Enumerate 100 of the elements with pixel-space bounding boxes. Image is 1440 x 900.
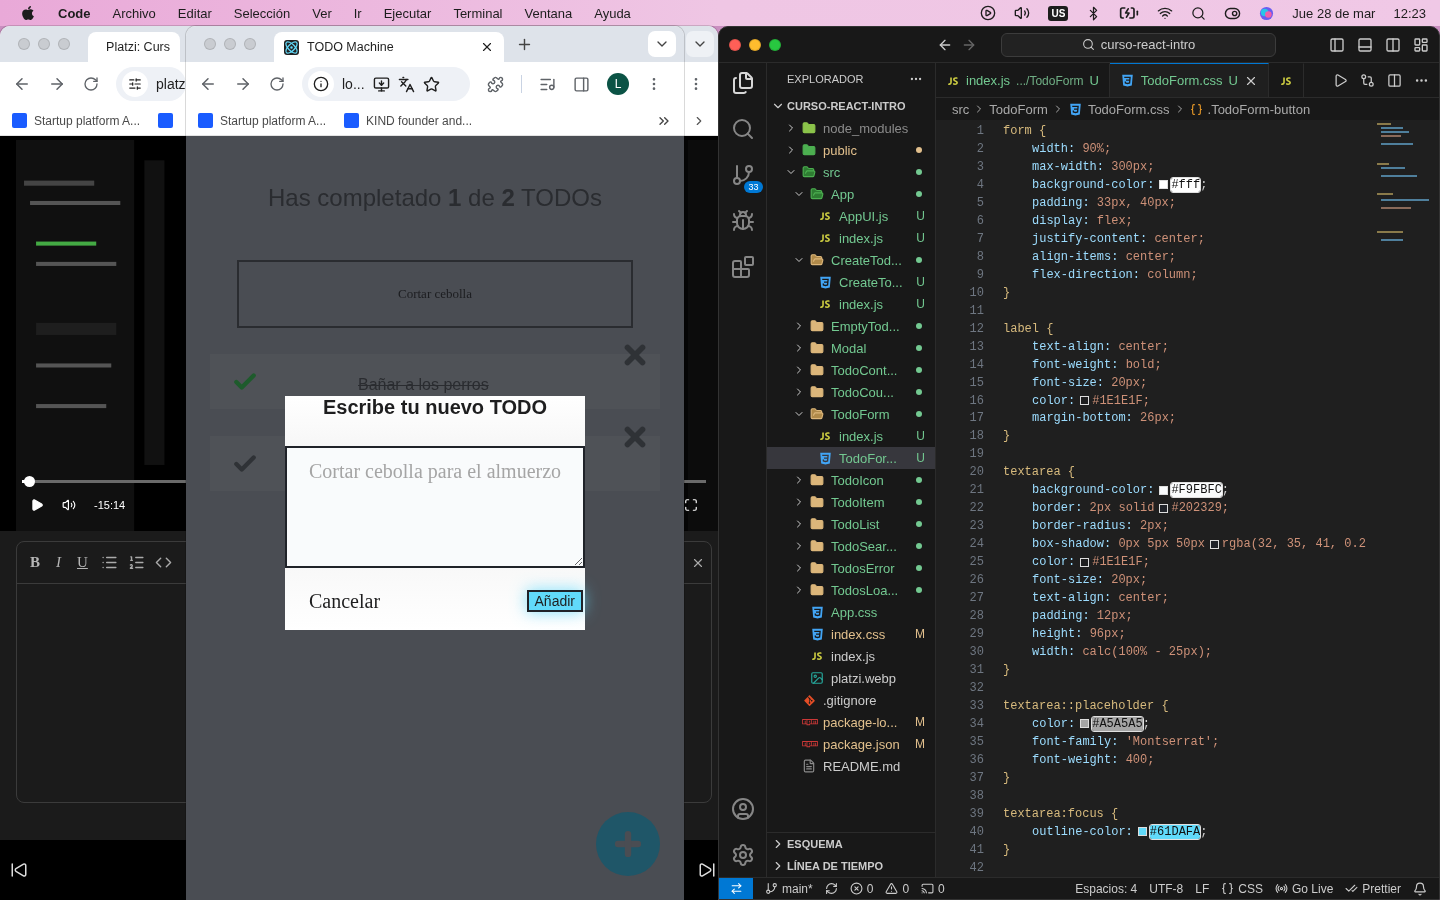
bookmark[interactable]: Startup platform A... bbox=[198, 113, 327, 128]
forward-icon[interactable] bbox=[234, 75, 252, 93]
video-progress-thumb[interactable] bbox=[23, 476, 35, 487]
run-icon[interactable] bbox=[1333, 72, 1348, 88]
compare-icon[interactable] bbox=[1360, 72, 1375, 88]
ports-status[interactable]: 0 bbox=[921, 881, 945, 896]
zoom-light[interactable] bbox=[769, 38, 781, 51]
account-icon[interactable] bbox=[730, 797, 755, 821]
toggle-sidebar-icon[interactable] bbox=[1329, 36, 1345, 53]
breadcrumb-item[interactable]: TodoForm.css bbox=[1067, 101, 1170, 117]
notifications-icon[interactable] bbox=[1413, 881, 1427, 896]
remote-button[interactable] bbox=[719, 877, 753, 899]
tree-item[interactable]: node_modules bbox=[767, 117, 935, 139]
language-status[interactable]: CSS bbox=[1221, 881, 1263, 896]
menu-item[interactable]: Ver bbox=[312, 5, 332, 21]
tree-item[interactable]: README.md bbox=[767, 755, 935, 777]
bookmark[interactable]: KIND founder and... bbox=[344, 113, 473, 128]
bullet-list-icon[interactable] bbox=[100, 554, 118, 571]
search-icon[interactable] bbox=[730, 117, 755, 141]
skip-forward-icon[interactable] bbox=[698, 861, 716, 879]
back-icon[interactable] bbox=[199, 75, 217, 93]
tree-item[interactable]: TodoForm bbox=[767, 403, 935, 425]
section-header[interactable]: CURSO-REACT-INTRO bbox=[767, 95, 935, 117]
apple-icon[interactable] bbox=[20, 5, 36, 21]
errors-status[interactable]: 0 bbox=[849, 881, 874, 896]
menu-item[interactable]: Terminal bbox=[453, 5, 503, 21]
app-menu[interactable]: Code bbox=[58, 5, 91, 21]
tree-item[interactable]: TodoCont... bbox=[767, 359, 935, 381]
format-button[interactable]: B bbox=[27, 552, 43, 573]
install-icon[interactable] bbox=[372, 75, 390, 93]
go-live-status[interactable]: Go Live bbox=[1274, 881, 1334, 896]
tree-item[interactable]: package-lo... M bbox=[767, 711, 935, 733]
tree-item[interactable]: TodoSear... bbox=[767, 535, 935, 557]
sync-icon[interactable] bbox=[824, 882, 838, 895]
translate-icon[interactable] bbox=[397, 75, 415, 93]
browser-tab[interactable]: TODO Machine bbox=[274, 32, 504, 62]
tree-item[interactable]: TodoItem bbox=[767, 491, 935, 513]
numbered-list-icon[interactable] bbox=[127, 554, 145, 571]
indentation-status[interactable]: Espacios: 4 bbox=[1075, 881, 1138, 896]
play-icon[interactable] bbox=[30, 498, 44, 512]
tree-item[interactable]: index.css M bbox=[767, 623, 935, 645]
explorer-icon[interactable] bbox=[730, 71, 755, 95]
breadcrumb-item[interactable]: TodoForm bbox=[989, 101, 1048, 117]
tree-item[interactable]: platzi.webp bbox=[767, 667, 935, 689]
section-header[interactable]: ESQUEMA bbox=[767, 833, 935, 855]
menu-item[interactable]: Ayuda bbox=[594, 5, 631, 21]
section-header[interactable]: LÍNEA DE TIEMPO bbox=[767, 855, 935, 877]
tree-item[interactable]: public bbox=[767, 139, 935, 161]
tree-item[interactable]: TodosError bbox=[767, 557, 935, 579]
back-icon[interactable] bbox=[13, 75, 31, 93]
skip-back-icon[interactable] bbox=[10, 861, 28, 879]
format-button[interactable]: I bbox=[53, 552, 64, 573]
layout-icon[interactable] bbox=[1413, 36, 1429, 53]
add-button[interactable]: Añadir bbox=[526, 590, 583, 612]
settings-icon[interactable] bbox=[730, 843, 755, 867]
tree-item[interactable]: TodosLoa... bbox=[767, 579, 935, 601]
fullscreen-icon[interactable] bbox=[684, 498, 698, 512]
menu-item[interactable]: Selección bbox=[233, 5, 291, 21]
toggle-panel-icon[interactable] bbox=[1357, 36, 1373, 53]
eol-status[interactable]: LF bbox=[1195, 881, 1210, 896]
tree-item[interactable]: index.js U bbox=[767, 425, 935, 447]
tree-item[interactable]: src bbox=[767, 161, 935, 183]
warnings-status[interactable]: 0 bbox=[885, 881, 910, 896]
encoding-status[interactable]: UTF-8 bbox=[1149, 881, 1184, 896]
close-tab-icon[interactable] bbox=[480, 40, 494, 54]
tree-item[interactable]: App bbox=[767, 183, 935, 205]
menu-item[interactable]: Ir bbox=[353, 5, 362, 21]
menu-item[interactable]: Ejecutar bbox=[383, 5, 432, 21]
bookmark-star-icon[interactable] bbox=[422, 75, 440, 93]
play-icon[interactable] bbox=[980, 5, 997, 21]
run-debug-icon[interactable] bbox=[730, 209, 755, 233]
menu-item[interactable]: Editar bbox=[177, 5, 212, 21]
tree-item[interactable]: EmptyTod... bbox=[767, 315, 935, 337]
wifi-icon[interactable] bbox=[1157, 5, 1174, 21]
volume-icon[interactable] bbox=[1014, 5, 1031, 21]
bookmark-icon[interactable] bbox=[158, 113, 174, 128]
tree-item[interactable]: TodoCou... bbox=[767, 381, 935, 403]
reload-icon[interactable] bbox=[83, 76, 99, 92]
menu-item[interactable]: Archivo bbox=[112, 5, 156, 21]
extensions-icon[interactable] bbox=[487, 75, 504, 93]
format-button[interactable]: U bbox=[74, 552, 91, 573]
address-bar[interactable]: platz bbox=[116, 67, 186, 101]
tree-item[interactable]: package.json M bbox=[767, 733, 935, 755]
close-light[interactable] bbox=[729, 38, 741, 51]
tree-item[interactable]: CreateTod... bbox=[767, 249, 935, 271]
toggle-secondary-sidebar-icon[interactable] bbox=[1385, 36, 1401, 53]
input-source-indicator[interactable]: US bbox=[1048, 5, 1069, 21]
tree-item[interactable]: .gitignore bbox=[767, 689, 935, 711]
tree-item[interactable]: index.js U bbox=[767, 293, 935, 315]
cancel-button[interactable]: Cancelar bbox=[309, 589, 381, 613]
tree-item[interactable]: index.js U bbox=[767, 227, 935, 249]
split-editor-icon[interactable] bbox=[1387, 72, 1402, 88]
extensions-icon[interactable] bbox=[730, 255, 755, 279]
tree-item[interactable]: App.css bbox=[767, 601, 935, 623]
info-icon[interactable] bbox=[313, 76, 329, 92]
tree-item[interactable]: CreateTo... U bbox=[767, 271, 935, 293]
menu-item[interactable]: Ventana bbox=[524, 5, 573, 21]
tree-item[interactable]: TodoIcon bbox=[767, 469, 935, 491]
editor-tab[interactable]: TodoForm.css U bbox=[1109, 63, 1269, 97]
tree-item[interactable]: TodoList bbox=[767, 513, 935, 535]
